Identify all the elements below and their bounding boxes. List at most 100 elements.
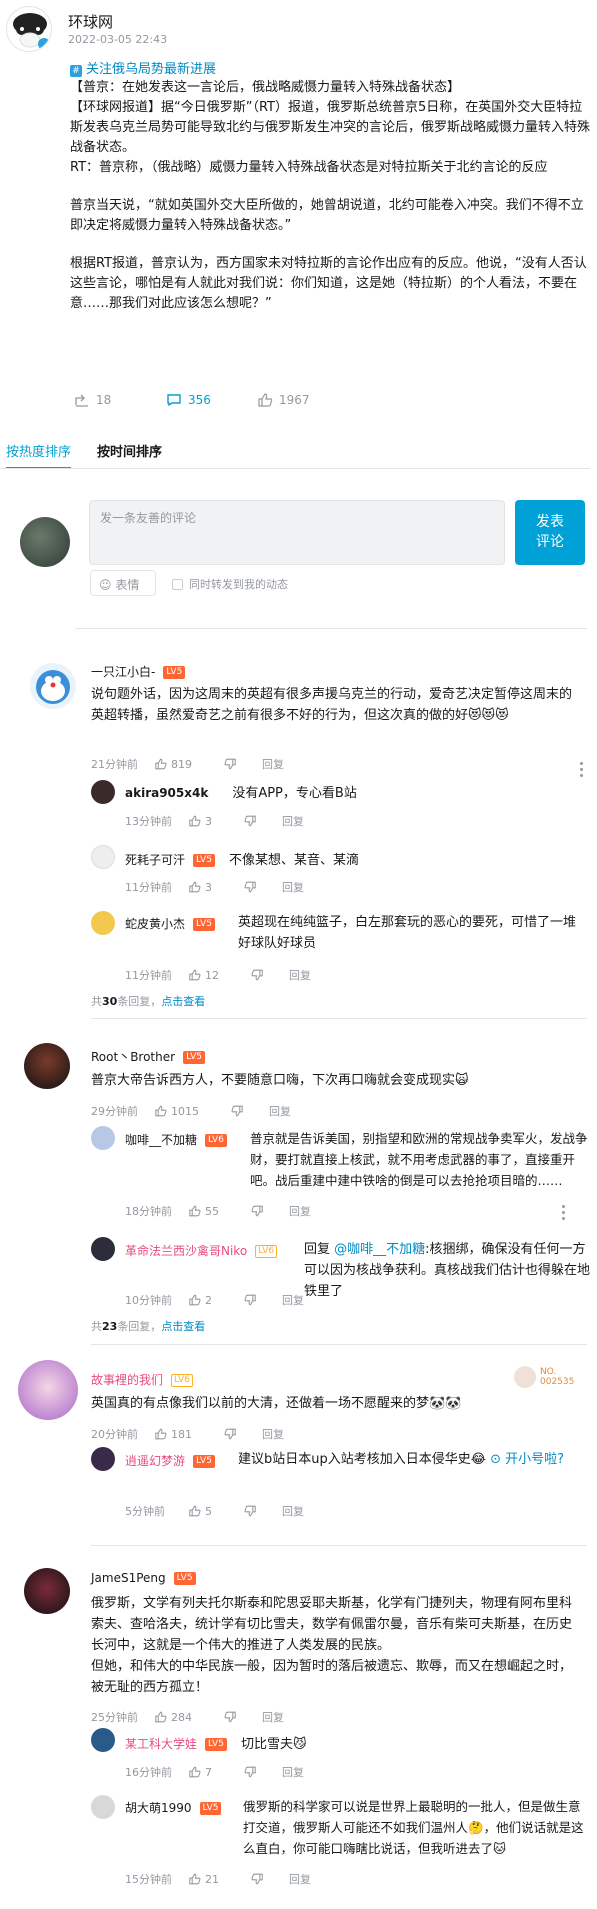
thumb-up-icon bbox=[189, 1873, 201, 1885]
reply-dislike-button[interactable] bbox=[244, 1505, 256, 1517]
comment-username[interactable]: 一只江小白- bbox=[91, 665, 155, 679]
comment-dislike-button[interactable] bbox=[231, 1105, 243, 1117]
reply-button[interactable]: 回复 bbox=[262, 1709, 284, 1725]
reply-button[interactable]: 回复 bbox=[282, 879, 304, 895]
post-line: 根据RT报道，普京认为，西方国家未对特拉斯的言论作出应有的反应。他说，“没有人否… bbox=[70, 256, 587, 311]
reply-dislike-button[interactable] bbox=[244, 881, 256, 893]
reply-dislike-button[interactable] bbox=[244, 1766, 256, 1778]
reply-button[interactable]: 回复 bbox=[282, 1503, 304, 1519]
reply-button[interactable]: 回复 bbox=[282, 813, 304, 829]
reply-like-button[interactable]: 5 bbox=[189, 1505, 218, 1518]
view-replies-link[interactable]: 点击查看 bbox=[161, 995, 205, 1008]
thumb-down-icon bbox=[244, 1766, 256, 1778]
reply-like-button[interactable]: 3 bbox=[189, 881, 218, 894]
more-options-icon[interactable] bbox=[580, 762, 583, 777]
reply-dislike-button[interactable] bbox=[251, 1205, 263, 1217]
comment-username[interactable]: JameS1Peng bbox=[91, 1571, 166, 1585]
comment-like-button[interactable]: 284 bbox=[155, 1711, 198, 1724]
publisher-avatar[interactable] bbox=[6, 6, 52, 52]
reply-button[interactable]: 回复 bbox=[262, 756, 284, 772]
user-avatar[interactable] bbox=[30, 663, 76, 709]
reply-like-button[interactable]: 12 bbox=[189, 969, 225, 982]
checkbox[interactable] bbox=[172, 578, 183, 590]
reply-username-row: 逍遥幻梦游 LV5 bbox=[125, 1452, 215, 1469]
reply-avatar[interactable] bbox=[91, 1237, 115, 1261]
comment-like-button[interactable]: 181 bbox=[155, 1428, 198, 1441]
reply-button[interactable]: 回复 bbox=[269, 1103, 291, 1119]
reply-username[interactable]: 胡大萌1990 bbox=[125, 1801, 192, 1815]
reply-dislike-button[interactable] bbox=[244, 815, 256, 827]
comment-time: 25分钟前 bbox=[91, 1711, 138, 1724]
reply-button[interactable]: 回复 bbox=[262, 1426, 284, 1442]
reply-username[interactable]: 咖啡__不加糖 bbox=[125, 1133, 197, 1147]
comment-like-button[interactable]: 1015 bbox=[155, 1105, 205, 1118]
reply-button[interactable]: 回复 bbox=[289, 967, 311, 983]
comment-like-button[interactable]: 819 bbox=[155, 758, 198, 771]
reply-avatar[interactable] bbox=[91, 1447, 115, 1471]
thumb-up-icon bbox=[189, 1294, 201, 1306]
reply-like-button[interactable]: 21 bbox=[189, 1873, 225, 1886]
forward-button[interactable]: 18 bbox=[75, 393, 111, 407]
level-badge: LV5 bbox=[199, 1802, 222, 1815]
reply-button[interactable]: 回复 bbox=[282, 1292, 304, 1308]
reply-username[interactable]: 逍遥幻梦游 bbox=[125, 1454, 185, 1468]
send-label: 发表 bbox=[536, 514, 564, 530]
reply-button[interactable]: 回复 bbox=[289, 1871, 311, 1887]
reply-avatar[interactable] bbox=[91, 1795, 115, 1819]
reply-dislike-button[interactable] bbox=[251, 969, 263, 981]
reply-username[interactable]: 某工科大学娃 bbox=[125, 1737, 197, 1751]
comment-dislike-button[interactable] bbox=[224, 758, 236, 770]
reply-button[interactable]: 回复 bbox=[289, 1203, 311, 1219]
send-comment-button[interactable]: 发表 评论 bbox=[515, 500, 585, 565]
like-button[interactable]: 1967 bbox=[258, 393, 310, 407]
comment-username[interactable]: 故事裡的我们 bbox=[91, 1373, 163, 1387]
user-avatar[interactable] bbox=[18, 1360, 78, 1420]
comment-text: 俄罗斯，文学有列夫托尔斯泰和陀思妥耶夫斯基，化学有门捷列夫，物理有阿布里科索夫、… bbox=[91, 1596, 573, 1695]
reply-row: 某工科大学娃 LV5 切比雪夫😼 bbox=[125, 1733, 307, 1752]
emoji-button[interactable]: ☺ 表情 bbox=[90, 570, 156, 596]
thumb-down-icon bbox=[251, 1873, 263, 1885]
view-replies-link[interactable]: 点击查看 bbox=[161, 1320, 205, 1333]
sync-forward-checkbox[interactable]: 同时转发到我的动态 bbox=[172, 576, 288, 592]
comment-dislike-button[interactable] bbox=[224, 1711, 236, 1723]
thumb-down-icon bbox=[224, 1428, 236, 1440]
comment-header: 故事裡的我们 LV6 bbox=[91, 1371, 193, 1388]
post-line: 【普京：在她发表这一言论后，俄战略威慑力量转入特殊战备状态】 bbox=[70, 80, 461, 95]
reply-username[interactable]: akira905x4k bbox=[125, 786, 208, 800]
comment-input[interactable]: 发一条友善的评论 bbox=[89, 500, 505, 565]
reply-avatar[interactable] bbox=[91, 1728, 115, 1752]
comment-username[interactable]: Root丶Brother bbox=[91, 1050, 175, 1064]
reply-link[interactable]: 开小号啦? bbox=[505, 1452, 564, 1467]
reply-username[interactable]: 蛇皮黄小杰 bbox=[125, 917, 185, 931]
more-options-icon[interactable] bbox=[562, 1205, 565, 1220]
tab-time[interactable]: 按时间排序 bbox=[97, 441, 162, 469]
user-avatar[interactable] bbox=[24, 1568, 70, 1614]
reply-dislike-button[interactable] bbox=[244, 1294, 256, 1306]
reply-button[interactable]: 回复 bbox=[282, 1764, 304, 1780]
comment-meta: 20分钟前 181 回复 bbox=[91, 1426, 290, 1442]
tab-hot[interactable]: 按热度排序 bbox=[6, 441, 72, 469]
user-avatar[interactable] bbox=[24, 1043, 70, 1089]
total-prefix: 共 bbox=[91, 1320, 102, 1333]
reply-avatar[interactable] bbox=[91, 845, 115, 869]
reply-avatar[interactable] bbox=[91, 1126, 115, 1150]
publisher-name[interactable]: 环球网 bbox=[68, 11, 113, 32]
reply-dislike-button[interactable] bbox=[251, 1873, 263, 1885]
reply-time: 5分钟前 bbox=[125, 1505, 165, 1518]
reply-username[interactable]: 死耗子可汗 bbox=[125, 853, 185, 867]
reply-like-button[interactable]: 3 bbox=[189, 815, 218, 828]
reply-like-button[interactable]: 55 bbox=[189, 1205, 225, 1218]
like-count: 3 bbox=[205, 814, 212, 828]
topic-link[interactable]: # 关注俄乌局势最新进展 bbox=[70, 58, 216, 77]
reply-like-button[interactable]: 7 bbox=[189, 1766, 218, 1779]
reply-row: akira905x4k 没有APP，专心看B站 bbox=[125, 782, 357, 801]
comment-text: 英国真的有点像我们以前的大清，还做着一场不愿醒来的梦🐼🐼 bbox=[91, 1396, 462, 1411]
reply-meta: 18分钟前 55 回复 bbox=[125, 1203, 317, 1219]
reply-like-button[interactable]: 2 bbox=[189, 1294, 218, 1307]
reply-username[interactable]: 革命法兰西沙禽哥Niko bbox=[125, 1244, 247, 1258]
comment-dislike-button[interactable] bbox=[224, 1428, 236, 1440]
reply-avatar[interactable] bbox=[91, 911, 115, 935]
reply-avatar[interactable] bbox=[91, 780, 115, 804]
mention-link[interactable]: @咖啡__不加糖 bbox=[334, 1242, 425, 1257]
comment-button[interactable]: 356 bbox=[166, 393, 211, 407]
